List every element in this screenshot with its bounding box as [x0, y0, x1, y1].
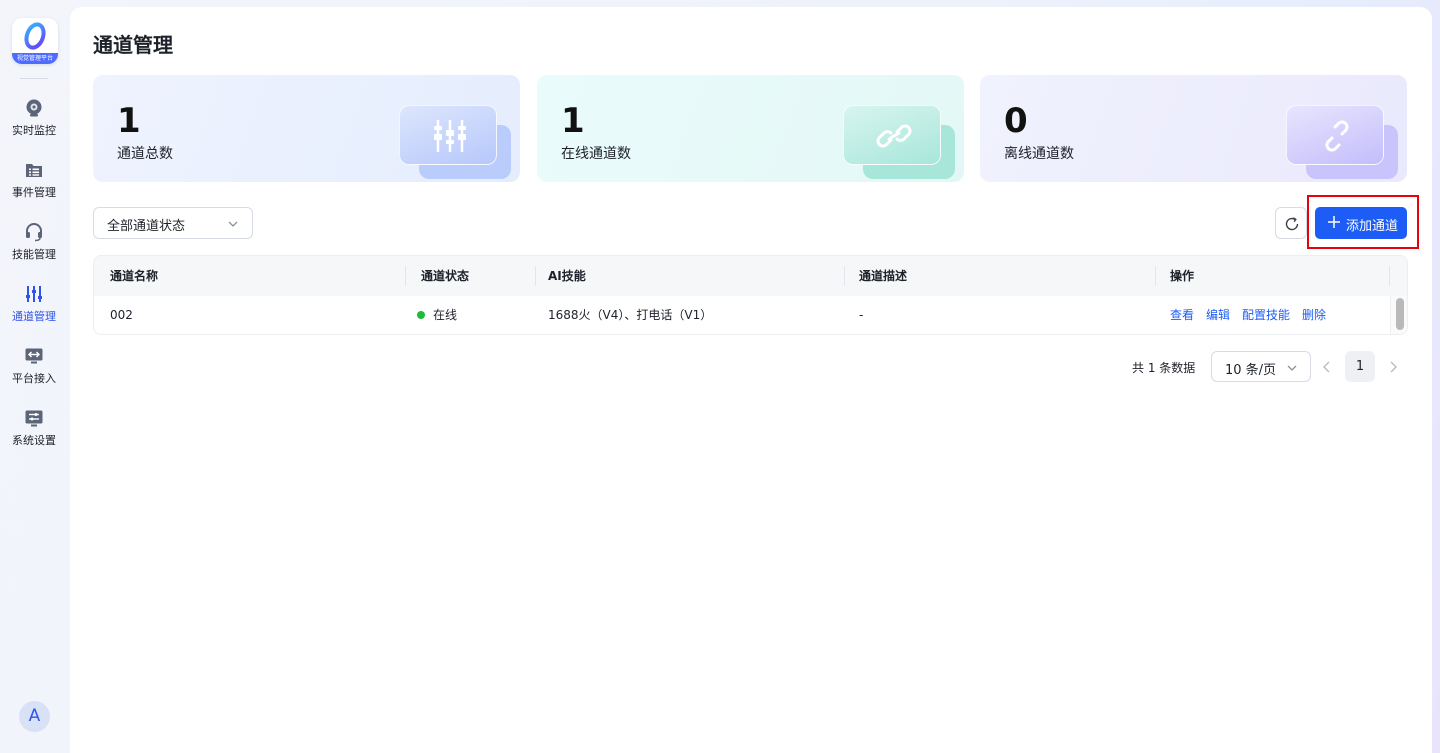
column-header-actions: 操作: [1170, 269, 1195, 283]
sidebar-item-label: 实时监控: [12, 124, 56, 137]
stat-label: 通道总数: [117, 146, 173, 162]
sidebar-item-events[interactable]: 事件管理: [0, 152, 68, 206]
chevron-down-icon: [1287, 365, 1297, 371]
link-icon: [876, 124, 912, 148]
stat-value: 1: [561, 101, 585, 141]
sidebar-item-channels[interactable]: 通道管理: [0, 276, 68, 330]
plus-icon: [1328, 216, 1340, 228]
folder-list-icon: [26, 164, 42, 177]
delete-link[interactable]: 删除: [1302, 308, 1326, 322]
next-page-icon[interactable]: [1385, 359, 1401, 375]
refresh-icon: [1285, 217, 1299, 231]
table-header: 通道名称 通道状态 AI技能 通道描述 操作: [94, 256, 1407, 296]
column-header-name: 通道名称: [110, 269, 159, 283]
table-scrollbar[interactable]: [1390, 296, 1407, 334]
scrollbar-thumb[interactable]: [1396, 298, 1404, 330]
stat-value: 1: [117, 101, 141, 141]
status-filter-select[interactable]: 全部通道状态: [93, 207, 253, 239]
cell-skills: 1688火（V4）、打电话（V1）: [548, 308, 713, 322]
configure-skills-link[interactable]: 配置技能: [1242, 308, 1290, 322]
edit-link[interactable]: 编辑: [1206, 308, 1230, 322]
page-size-value: 10 条/页: [1225, 363, 1277, 378]
sliders-icon: [434, 120, 466, 152]
stat-card-offline: 0 离线通道数: [980, 75, 1407, 182]
table-row[interactable]: 002 在线 1688火（V4）、打电话（V1） - 查看 编辑 配置技能 删除: [94, 296, 1389, 334]
sidebar-item-monitor[interactable]: 实时监控: [0, 90, 68, 144]
page-title: 通道管理: [93, 33, 173, 57]
chevron-down-icon: [228, 221, 238, 227]
view-link[interactable]: 查看: [1170, 308, 1194, 322]
sidebar-item-skills[interactable]: 技能管理: [0, 214, 68, 268]
sidebar-item-label: 技能管理: [12, 248, 56, 261]
page-size-select[interactable]: 10 条/页: [1211, 351, 1311, 382]
sidebar-item-label: 事件管理: [12, 186, 56, 199]
camera-icon: [26, 99, 42, 117]
stat-value: 0: [1004, 101, 1028, 141]
stat-card-total: 1 通道总数: [93, 75, 520, 182]
column-header-description: 通道描述: [859, 269, 908, 283]
cell-description: -: [859, 308, 864, 322]
status-text: 在线: [433, 308, 458, 322]
illustration-front: [399, 105, 497, 165]
logo-text: 视觉管理平台: [12, 53, 58, 64]
headset-icon: [26, 223, 42, 242]
add-channel-button[interactable]: 添加通道: [1315, 207, 1407, 239]
logo-divider: [20, 78, 48, 79]
cell-name: 002: [110, 308, 133, 322]
stat-label: 在线通道数: [561, 146, 631, 162]
sidebar-item-label: 系统设置: [12, 434, 56, 447]
page-number-button[interactable]: 1: [1345, 351, 1375, 382]
column-header-status: 通道状态: [421, 269, 470, 283]
monitor-arrow-icon: [25, 348, 43, 364]
sidebar-item-platform[interactable]: 平台接入: [0, 338, 68, 392]
logo-mark-icon: [24, 22, 46, 50]
broken-link-icon: [1325, 120, 1349, 152]
sliders-icon: [26, 286, 42, 302]
column-header-skills: AI技能: [548, 269, 586, 283]
status-filter-value: 全部通道状态: [107, 219, 186, 234]
app-logo[interactable]: 视觉管理平台: [12, 18, 58, 64]
prev-page-icon[interactable]: [1319, 359, 1335, 375]
sidebar-item-label: 平台接入: [12, 372, 56, 385]
settings-panel-icon: [25, 410, 43, 427]
stat-label: 离线通道数: [1004, 146, 1074, 162]
cell-actions: 查看 编辑 配置技能 删除: [1154, 296, 1338, 334]
add-channel-label: 添加通道: [1346, 219, 1399, 234]
column-divider: [1389, 266, 1390, 286]
cell-status: 在线: [401, 296, 458, 334]
avatar[interactable]: A: [19, 701, 50, 732]
total-count-text: 共 1 条数据: [1132, 361, 1196, 375]
illustration-front: [1286, 105, 1384, 165]
sidebar: 视觉管理平台 实时监控 事件管理 技能管理 通道管理 平台接入 系统设置 A: [0, 0, 68, 753]
sidebar-item-settings[interactable]: 系统设置: [0, 400, 68, 454]
illustration-front: [843, 105, 941, 165]
stat-card-online: 1 在线通道数: [537, 75, 964, 182]
channel-table: 通道名称 通道状态 AI技能 通道描述 操作 002 在线 1688火（V4）、…: [93, 255, 1408, 335]
main-panel: 通道管理 1 通道总数 1 在线通道数 0 离线通道数 全部通道状态 添加通道 …: [70, 7, 1432, 753]
online-status-dot: [417, 311, 425, 319]
sidebar-item-label: 通道管理: [12, 310, 56, 323]
refresh-button[interactable]: [1275, 207, 1307, 239]
